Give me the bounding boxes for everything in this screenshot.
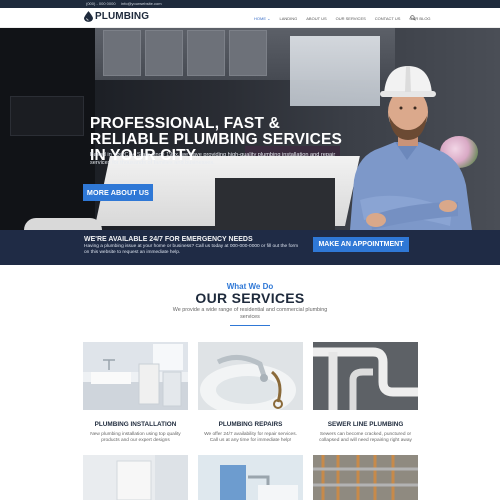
site-header: PLUMBING HOME ⌄ LANDING ABOUT US OUR SER… xyxy=(0,8,500,28)
site-logo[interactable]: PLUMBING xyxy=(84,11,149,22)
card-title: PLUMBING INSTALLATION xyxy=(94,421,177,428)
repairs-photo xyxy=(198,342,303,416)
main-nav: HOME ⌄ LANDING ABOUT US OUR SERVICES CON… xyxy=(254,15,440,21)
services-subtitle: We provide a wide range of residential a… xyxy=(172,307,328,320)
water-drop-icon xyxy=(84,11,93,22)
hero-bg-oven xyxy=(10,96,84,136)
services-divider xyxy=(230,325,270,326)
nav-contact-us[interactable]: CONTACT US xyxy=(375,16,401,21)
topbar-phone[interactable]: (000) - 000 0000 xyxy=(86,1,116,6)
sewer-pipe-photo xyxy=(313,342,418,410)
emergency-title: WE'RE AVAILABLE 24/7 FOR EMERGENCY NEEDS xyxy=(84,236,253,243)
card-title: SEWER LINE PLUMBING xyxy=(327,421,404,428)
hero-description: Based in YourCity, State since 19xx, we … xyxy=(90,152,336,166)
nav-landing[interactable]: LANDING xyxy=(279,16,297,21)
service-card-4-image[interactable] xyxy=(83,455,188,500)
search-icon[interactable] xyxy=(410,15,416,21)
logo-text: PLUMBING xyxy=(95,11,150,22)
nav-our-services[interactable]: OUR SERVICES xyxy=(336,16,366,21)
emergency-banner: WE'RE AVAILABLE 24/7 FOR EMERGENCY NEEDS… xyxy=(0,230,500,265)
emergency-text: Having a plumbing issue at your home or … xyxy=(84,244,299,255)
service-card-installation[interactable]: PLUMBING INSTALLATION New plumbing insta… xyxy=(83,342,188,445)
top-bar: (000) - 000 0000 info@yourwebsite.com xyxy=(0,0,500,8)
more-about-us-button[interactable]: MORE ABOUT US xyxy=(83,184,153,201)
installation-photo xyxy=(83,342,188,410)
nav-about-us[interactable]: ABOUT US xyxy=(306,16,326,21)
card-title: PLUMBING REPAIRS xyxy=(218,421,283,428)
make-appointment-button[interactable]: MAKE AN APPOINTMENT xyxy=(313,237,409,252)
card-text: New plumbing installation using top qual… xyxy=(90,432,181,443)
hero-section: PROFESSIONAL, FAST & RELIABLE PLUMBING S… xyxy=(0,28,500,230)
service-card-repairs[interactable]: PLUMBING REPAIRS We offer 24/7 availabil… xyxy=(198,342,303,445)
topbar-email[interactable]: info@yourwebsite.com xyxy=(121,1,162,6)
card-text: Sewers can become cracked, punctured or … xyxy=(319,432,412,443)
plumber-photo xyxy=(350,66,472,230)
bathroom-photo xyxy=(83,455,188,500)
hero-bg-island xyxy=(215,178,335,230)
sink-photo xyxy=(198,455,303,500)
copper-pipes-photo xyxy=(313,455,418,500)
service-card-sewer[interactable]: SEWER LINE PLUMBING Sewers can become cr… xyxy=(313,342,418,445)
service-card-5-image[interactable] xyxy=(198,455,303,500)
services-title: OUR SERVICES xyxy=(195,290,305,306)
card-text: We offer 24/7 availability for repair se… xyxy=(204,432,297,443)
nav-home[interactable]: HOME ⌄ xyxy=(254,16,270,21)
service-card-6-image[interactable] xyxy=(313,455,418,500)
hero-bg-stool xyxy=(24,218,102,230)
